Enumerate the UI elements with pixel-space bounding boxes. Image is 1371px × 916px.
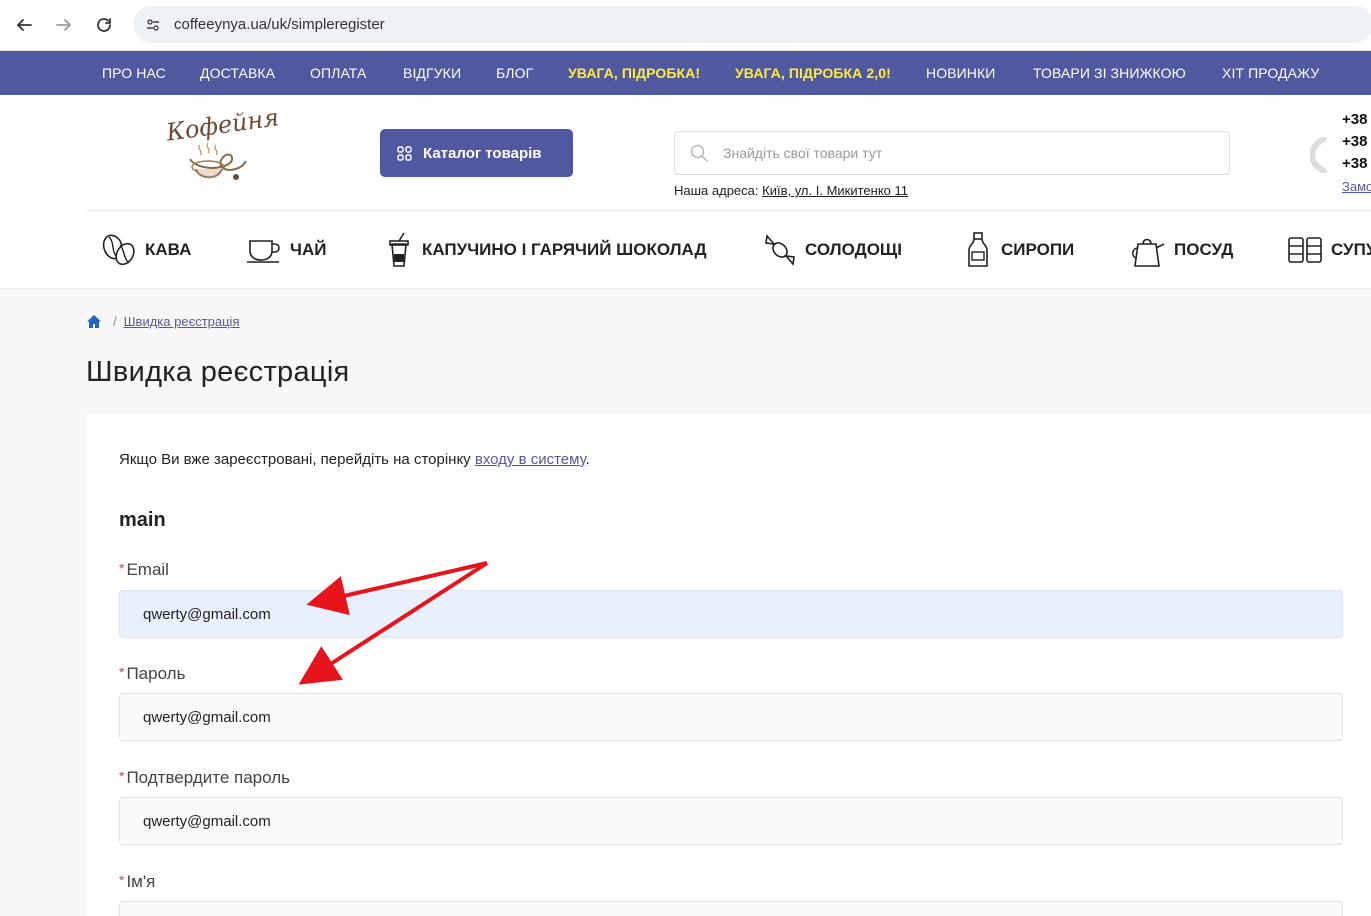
top-menu-item-payment[interactable]: ОПЛАТА (310, 65, 366, 81)
phone-number[interactable]: +38 (1342, 153, 1367, 175)
password-label-text: Пароль (126, 664, 186, 683)
url-text: coffeeynya.ua/uk/simpleregister (174, 16, 385, 33)
candy-icon (765, 234, 795, 266)
top-menu-item-bestsellers[interactable]: ХІТ ПРОДАЖУ (1222, 65, 1319, 81)
coffee-beans-icon (102, 234, 135, 266)
login-hint-text: Якщо Ви вже зареєстровані, перейдіть на … (119, 451, 471, 468)
category-label: СИРОПИ (1001, 240, 1075, 259)
email-label: * Email (119, 560, 169, 580)
category-dishes[interactable]: ПОСУД (1129, 230, 1233, 270)
browser-toolbar: coffeeynya.ua/uk/simpleregister (0, 0, 1371, 51)
tea-cup-icon (247, 240, 280, 263)
category-supplies[interactable]: СУПУ (1287, 230, 1371, 270)
page-title: Швидка реєстрація (86, 356, 350, 388)
confirm-password-label-text: Подтвердите пароль (126, 768, 290, 787)
category-label: КАПУЧИНО І ГАРЯЧИЙ ШОКОЛАД (422, 240, 707, 259)
reload-icon (97, 18, 111, 32)
breadcrumb: / Швидка реєстрація (86, 314, 240, 329)
top-menu: ПРО НАС ДОСТАВКА ОПЛАТА ВІДГУКИ БЛОГ УВА… (0, 51, 1371, 95)
search-icon (690, 144, 708, 162)
first-name-label: * Ім'я (119, 872, 155, 892)
email-input[interactable] (120, 591, 1342, 637)
search-input[interactable] (723, 132, 1223, 174)
top-menu-item-blog[interactable]: БЛОГ (496, 65, 533, 81)
category-label: СОЛОДОЩІ (805, 240, 902, 259)
required-mark: * (119, 560, 125, 576)
site-settings-icon[interactable] (143, 15, 163, 35)
section-title: main (119, 509, 166, 531)
top-menu-item-fake-warning[interactable]: УВАГА, ПІДРОБКА! (568, 65, 700, 81)
login-hint-end: . (585, 451, 590, 468)
top-menu-item-about[interactable]: ПРО НАС (102, 65, 166, 81)
registration-form: Якщо Ви вже зареєстровані, перейдіть на … (86, 414, 1371, 916)
password-label: * Пароль (119, 664, 185, 684)
catalog-button-label: Каталог товарів (423, 144, 542, 162)
address-link[interactable]: Київ, ул. І. Микитенко 11 (762, 183, 908, 198)
confirm-password-label: * Подтвердите пароль (119, 768, 290, 788)
password-input[interactable] (120, 694, 1342, 740)
phone-numbers: +38 +38 +38 (1342, 109, 1367, 175)
first-name-input[interactable] (120, 902, 1342, 916)
category-coffee[interactable]: КАВА (100, 230, 191, 270)
site-header: Кофейня Каталог товарів Наша адреса: Киї… (0, 95, 1371, 289)
address-bar[interactable]: coffeeynya.ua/uk/simpleregister (133, 6, 1371, 43)
divider (86, 210, 1371, 211)
confirm-password-input[interactable] (120, 798, 1342, 844)
category-sweets[interactable]: СОЛОДОЩІ (763, 230, 902, 270)
required-mark: * (119, 664, 125, 680)
home-icon[interactable] (86, 314, 102, 329)
breadcrumb-current[interactable]: Швидка реєстрація (124, 314, 240, 329)
reload-button[interactable] (92, 13, 116, 37)
category-label: ЧАЙ (290, 240, 327, 259)
grid-icon (397, 145, 412, 161)
required-mark: * (119, 768, 125, 784)
phone-icon (1310, 137, 1327, 173)
category-cappuccino[interactable]: КАПУЧИНО І ГАРЯЧИЙ ШОКОЛАД (384, 230, 707, 270)
top-menu-item-reviews[interactable]: ВІДГУКИ (403, 65, 461, 81)
top-menu-item-discounts[interactable]: ТОВАРИ ЗІ ЗНИЖКОЮ (1033, 65, 1186, 81)
email-field (119, 590, 1343, 638)
category-tea[interactable]: ЧАЙ (246, 230, 326, 270)
top-menu-item-fake-warning-2[interactable]: УВАГА, ПІДРОБКА 2,0! (735, 65, 891, 81)
password-field (119, 693, 1343, 741)
cups-icon (1288, 237, 1322, 263)
back-button[interactable] (12, 13, 36, 37)
category-label: СУПУ (1331, 240, 1371, 259)
login-hint: Якщо Ви вже зареєстровані, перейдіть на … (119, 451, 590, 468)
category-label: КАВА (145, 240, 192, 259)
syrup-bottle-icon (968, 232, 988, 267)
callback-link[interactable]: Замо (1342, 179, 1371, 194)
store-address: Наша адреса: Київ, ул. І. Микитенко 11 (674, 183, 908, 198)
divider (0, 288, 1371, 289)
category-label: ПОСУД (1174, 240, 1234, 259)
catalog-button[interactable]: Каталог товарів (380, 129, 573, 177)
required-mark: * (119, 872, 125, 888)
top-menu-item-new[interactable]: НОВИНКИ (926, 65, 995, 81)
phone-number[interactable]: +38 (1342, 109, 1367, 131)
breadcrumb-separator: / (113, 314, 117, 329)
top-menu-item-delivery[interactable]: ДОСТАВКА (200, 65, 275, 81)
search-box (674, 131, 1230, 175)
email-label-text: Email (126, 560, 169, 579)
login-link[interactable]: входу в систему (475, 451, 586, 468)
confirm-password-field (119, 797, 1343, 845)
kettle-icon (1132, 238, 1165, 267)
category-syrups[interactable]: СИРОПИ (963, 230, 1074, 270)
forward-button[interactable] (52, 13, 76, 37)
arrow-left-icon (17, 19, 32, 31)
first-name-label-text: Ім'я (126, 872, 156, 891)
site-logo[interactable]: Кофейня (150, 103, 281, 191)
address-label: Наша адреса: (674, 183, 759, 198)
first-name-field (119, 901, 1343, 916)
phone-number[interactable]: +38 (1342, 131, 1367, 153)
cappuccino-cup-icon (389, 232, 409, 267)
arrow-right-icon (56, 19, 71, 31)
